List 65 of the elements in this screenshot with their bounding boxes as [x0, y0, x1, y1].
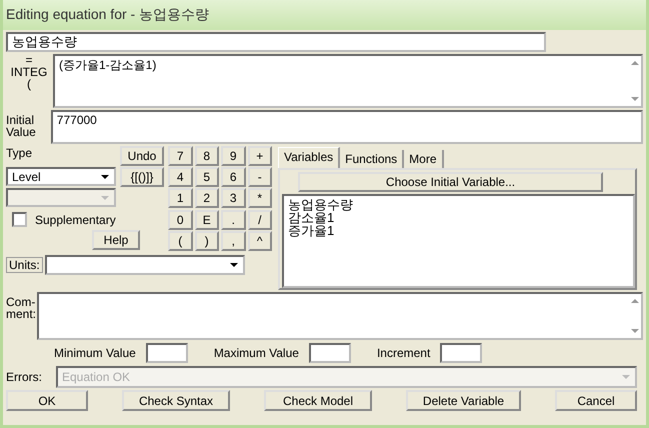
window-title: Editing equation for - 농업용수량	[6, 6, 210, 24]
range-label: Increment	[376, 346, 430, 360]
scroll-down-icon[interactable]	[631, 328, 639, 334]
comment-label: Com-ment:	[6, 294, 36, 323]
brackets-button[interactable]: {[()]}	[120, 167, 164, 187]
scroll-down-icon[interactable]	[631, 96, 639, 102]
keypad-key[interactable]: 6	[221, 167, 246, 188]
dialog-button[interactable]: OK	[6, 390, 88, 411]
supplementary-checkbox[interactable]	[12, 212, 27, 227]
keypad-key[interactable]: 2	[194, 188, 219, 208]
variable-item[interactable]: 증가율1	[288, 224, 629, 237]
dialog-button[interactable]: Cancel	[555, 390, 637, 411]
units-button[interactable]: Units:	[6, 257, 43, 273]
variable-item[interactable]: 농업용수량	[288, 198, 629, 211]
scroll-up-icon[interactable]	[631, 60, 639, 66]
equation-text: (증가율1-감소율1)	[59, 58, 156, 72]
dialog-button[interactable]: Check Model	[264, 390, 372, 411]
keypad-key[interactable]: +	[248, 146, 272, 166]
integ-label: = INTEG (	[10, 54, 48, 93]
keypad-key[interactable]: (	[168, 230, 192, 251]
keypad-key[interactable]: 5	[194, 167, 219, 188]
dropdown-arrow-icon[interactable]	[100, 174, 110, 180]
keypad-key[interactable]: .	[221, 210, 246, 230]
keypad-key[interactable]: ,	[221, 230, 246, 251]
keypad-key[interactable]: 0	[168, 210, 192, 230]
keypad-key[interactable]: 4	[168, 167, 192, 188]
range-label: Maximum Value	[214, 346, 299, 360]
keypad-key[interactable]: -	[248, 167, 272, 188]
keypad-key[interactable]: E	[194, 210, 219, 230]
type-label: Type	[6, 146, 34, 162]
units-dropdown[interactable]	[44, 255, 245, 275]
scroll-up-icon[interactable]	[631, 298, 639, 304]
range-field[interactable]	[308, 343, 351, 363]
keypad-key[interactable]: )	[194, 230, 219, 251]
keypad-key[interactable]: 8	[194, 146, 219, 166]
keypad-key[interactable]: 9	[221, 146, 246, 166]
name-field[interactable]: 농업용수량	[6, 32, 546, 52]
dialog-button[interactable]: Delete Variable	[406, 390, 521, 411]
keypad-key[interactable]: ^	[248, 230, 272, 251]
keypad-key[interactable]: 3	[221, 188, 246, 208]
initial-value-field[interactable]: 777000	[50, 110, 643, 144]
range-field[interactable]	[146, 343, 188, 363]
scrollbar[interactable]	[631, 60, 639, 102]
dropdown-arrow-icon[interactable]	[228, 262, 239, 268]
tab[interactable]: More	[404, 150, 444, 168]
scrollbar[interactable]	[631, 298, 639, 334]
keypad-key[interactable]: 7	[168, 146, 192, 166]
undo-button[interactable]: Undo	[120, 146, 164, 166]
keypad-key[interactable]: /	[248, 210, 272, 230]
keypad-key[interactable]: *	[248, 188, 272, 208]
tab[interactable]: Functions	[340, 150, 404, 168]
help-button[interactable]: Help	[92, 230, 140, 250]
keypad-key[interactable]: 1	[168, 188, 192, 208]
tab[interactable]: Variables	[278, 147, 340, 168]
range-label: Minimum Value	[54, 346, 136, 360]
errors-label: Errors:	[6, 371, 43, 383]
comment-field[interactable]	[37, 292, 643, 340]
choose-initial-variable-button[interactable]: Choose Initial Variable...	[298, 172, 603, 192]
supplementary-label: Supplementary	[35, 212, 116, 226]
dialog-button[interactable]: Check Syntax	[122, 390, 230, 411]
range-field[interactable]	[440, 343, 482, 363]
initial-value-label: Initial Value	[6, 112, 37, 141]
variable-item[interactable]: 감소율1	[288, 211, 629, 224]
equation-field[interactable]: (증가율1-감소율1)	[53, 54, 643, 108]
type-dropdown[interactable]: Level	[6, 167, 116, 186]
